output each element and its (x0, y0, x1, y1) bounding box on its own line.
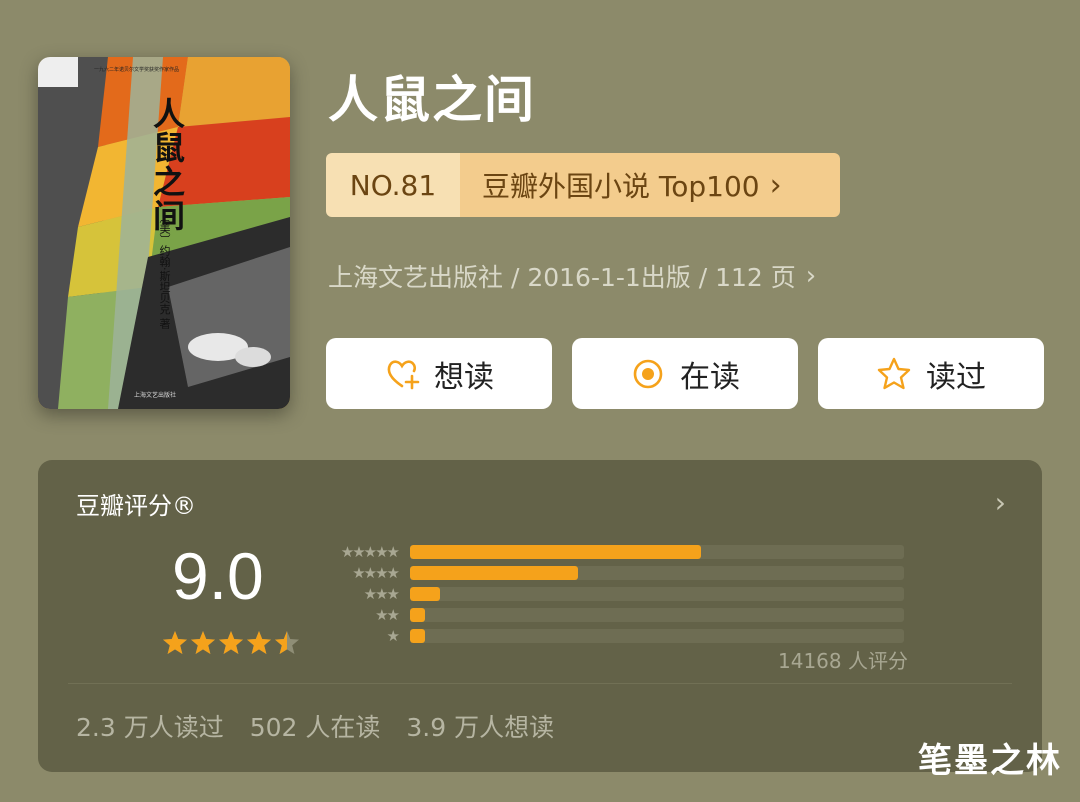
rating-stars (162, 630, 300, 656)
rating-count: 14168 人评分 (778, 649, 908, 673)
stat-read[interactable]: 2.3 万人读过 (76, 708, 224, 744)
rating-star-icon (247, 631, 271, 654)
have-read-label: 读过 (926, 359, 986, 395)
distribution-stars-label: ★★ (375, 606, 400, 624)
stat-reading[interactable]: 502 人在读 (250, 708, 381, 744)
chevron-right-icon: › (769, 167, 782, 203)
rating-score: 9.0 (172, 539, 264, 613)
rating-panel: 豆瓣评分® › 9.0 ★★★★★ ★★★★ ★★★ ★★ ★ 14168 人评分 2.… (38, 460, 1042, 772)
distribution-track (410, 566, 904, 580)
cover-author: 〔美〕约翰·斯坦贝克 著 (158, 212, 171, 329)
chevron-right-icon[interactable]: › (995, 486, 1006, 519)
heart-plus-icon (387, 359, 420, 389)
distribution-row: ★★★★★ (320, 542, 904, 562)
have-read-button[interactable]: 读过 (818, 338, 1044, 409)
rating-distribution: ★★★★★ ★★★★ ★★★ ★★ ★ (320, 542, 904, 647)
action-buttons: 想读 在读 读过 (326, 338, 1044, 409)
distribution-stars-label: ★★★★ (352, 564, 400, 582)
book-meta-text: 上海文艺出版社 / 2016-1-1出版 / 112 页 (328, 263, 796, 292)
distribution-track (410, 608, 904, 622)
book-cover[interactable]: 一九六二年诺贝尔文学奖获奖作家作品 人鼠之间 〔美〕约翰·斯坦贝克 著 上海文艺… (38, 57, 290, 409)
distribution-stars-label: ★ (386, 627, 400, 645)
want-to-read-label: 想读 (434, 359, 494, 395)
rating-star-icon (219, 631, 243, 654)
reading-button[interactable]: 在读 (572, 338, 798, 409)
star-outline-icon (877, 357, 911, 389)
distribution-bar (410, 629, 425, 643)
distribution-bar (410, 545, 702, 559)
distribution-track (410, 629, 904, 643)
distribution-bar (410, 608, 425, 622)
divider (68, 683, 1012, 684)
distribution-track (410, 587, 904, 601)
book-meta[interactable]: 上海文艺出版社 / 2016-1-1出版 / 112 页 › (328, 258, 816, 294)
reader-stats: 2.3 万人读过 502 人在读 3.9 万人想读 (76, 708, 554, 744)
distribution-stars-label: ★★★ (363, 585, 400, 603)
rating-star-icon (275, 631, 299, 654)
book-title: 人鼠之间 (328, 71, 536, 129)
want-to-read-button[interactable]: 想读 (326, 338, 552, 409)
stat-want[interactable]: 3.9 万人想读 (406, 708, 554, 744)
distribution-bar (410, 587, 440, 601)
reading-label: 在读 (680, 359, 740, 395)
chevron-right-icon: › (805, 261, 817, 291)
ranking-list: 豆瓣外国小说 Top100 › (460, 153, 840, 217)
rating-title: 豆瓣评分® (76, 492, 196, 520)
distribution-stars-label: ★★★★★ (340, 543, 400, 561)
distribution-row: ★★★ (320, 584, 904, 604)
distribution-bar (410, 566, 578, 580)
ranking-list-label: 豆瓣外国小说 Top100 (482, 170, 760, 203)
watermark: 笔墨之林 (918, 741, 1062, 781)
reading-dot-icon (633, 359, 663, 388)
rating-star-icon (163, 631, 187, 654)
distribution-row: ★★ (320, 605, 904, 625)
ranking-number: NO.81 (326, 153, 460, 217)
distribution-track (410, 545, 904, 559)
ranking-badge[interactable]: NO.81 豆瓣外国小说 Top100 › (326, 153, 840, 217)
rating-star-icon (191, 631, 215, 654)
distribution-row: ★ (320, 626, 904, 646)
cover-series-text: 一九六二年诺贝尔文学奖获奖作家作品 (94, 67, 180, 73)
cover-publisher: 上海文艺出版社 (134, 392, 177, 399)
distribution-row: ★★★★ (320, 563, 904, 583)
